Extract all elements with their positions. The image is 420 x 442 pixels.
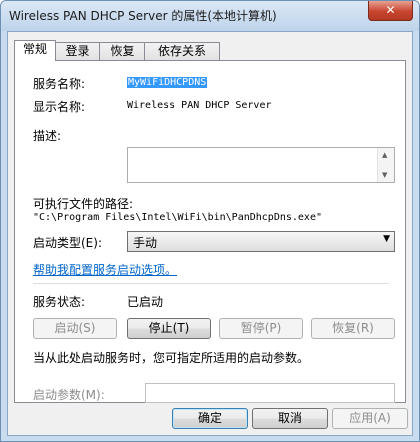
cancel-button[interactable]: 取消 bbox=[252, 408, 328, 429]
executable-path-value[interactable]: "C:\Program Files\Intel\WiFi\bin\PanDhcp… bbox=[33, 212, 322, 223]
service-name-value[interactable]: MyWiFiDHCPDNS bbox=[127, 77, 208, 88]
description-label: 描述: bbox=[33, 129, 62, 143]
start-button[interactable]: 启动(S) bbox=[33, 318, 117, 339]
dialog-client-area: 常规 登录 恢复 依存关系 服务名称: MyWiFiDHCPDNS 显示名称: … bbox=[7, 31, 413, 436]
service-name-selected-text[interactable]: MyWiFiDHCPDNS bbox=[127, 77, 208, 88]
divider bbox=[33, 283, 389, 284]
apply-button[interactable]: 应用(A) bbox=[332, 408, 408, 429]
tab-logon[interactable]: 登录 bbox=[54, 42, 101, 60]
executable-path-label: 可执行文件的路径: bbox=[33, 197, 134, 211]
start-params-hint: 当从此处启动服务时，您可指定所适用的启动参数。 bbox=[33, 351, 310, 365]
chevron-up-icon[interactable]: ▲ bbox=[382, 151, 387, 159]
close-icon: ✕ bbox=[385, 3, 396, 17]
pause-button[interactable]: 暂停(P) bbox=[219, 318, 303, 339]
startup-type-select[interactable]: 手动 ▼ bbox=[127, 231, 395, 252]
help-configure-link[interactable]: 帮助我配置服务启动选项。 bbox=[33, 261, 177, 278]
tab-recovery[interactable]: 恢复 bbox=[99, 42, 146, 60]
start-params-input[interactable] bbox=[145, 383, 395, 403]
tab-dependencies[interactable]: 依存关系 bbox=[144, 42, 220, 60]
service-status-value: 已启动 bbox=[127, 295, 164, 309]
display-name-value[interactable]: Wireless PAN DHCP Server bbox=[127, 100, 272, 111]
properties-window: Wireless PAN DHCP Server 的属性(本地计算机) ✕ 常规… bbox=[0, 0, 420, 442]
title-bar[interactable]: Wireless PAN DHCP Server 的属性(本地计算机) ✕ bbox=[1, 1, 419, 31]
start-params-label: 启动参数(M): bbox=[33, 388, 105, 402]
service-name-label: 服务名称: bbox=[33, 77, 86, 91]
description-field[interactable]: ▲ ▼ bbox=[127, 147, 395, 183]
display-name-label: 显示名称: bbox=[33, 100, 86, 114]
resume-button[interactable]: 恢复(R) bbox=[311, 318, 395, 339]
ok-button[interactable]: 确定 bbox=[172, 408, 248, 429]
service-status-label: 服务状态: bbox=[33, 295, 86, 309]
description-scrollbar[interactable]: ▲ ▼ bbox=[377, 148, 394, 182]
stop-button[interactable]: 停止(T) bbox=[127, 318, 211, 339]
tab-general[interactable]: 常规 bbox=[14, 40, 56, 61]
startup-type-value: 手动 bbox=[133, 236, 158, 250]
close-button[interactable]: ✕ bbox=[368, 1, 413, 21]
window-title: Wireless PAN DHCP Server 的属性(本地计算机) bbox=[9, 9, 277, 23]
chevron-down-icon[interactable]: ▼ bbox=[382, 171, 387, 179]
chevron-down-icon: ▼ bbox=[383, 234, 390, 244]
startup-type-label: 启动类型(E): bbox=[33, 236, 102, 250]
general-tab-panel: 服务名称: MyWiFiDHCPDNS 显示名称: Wireless PAN D… bbox=[14, 60, 406, 403]
